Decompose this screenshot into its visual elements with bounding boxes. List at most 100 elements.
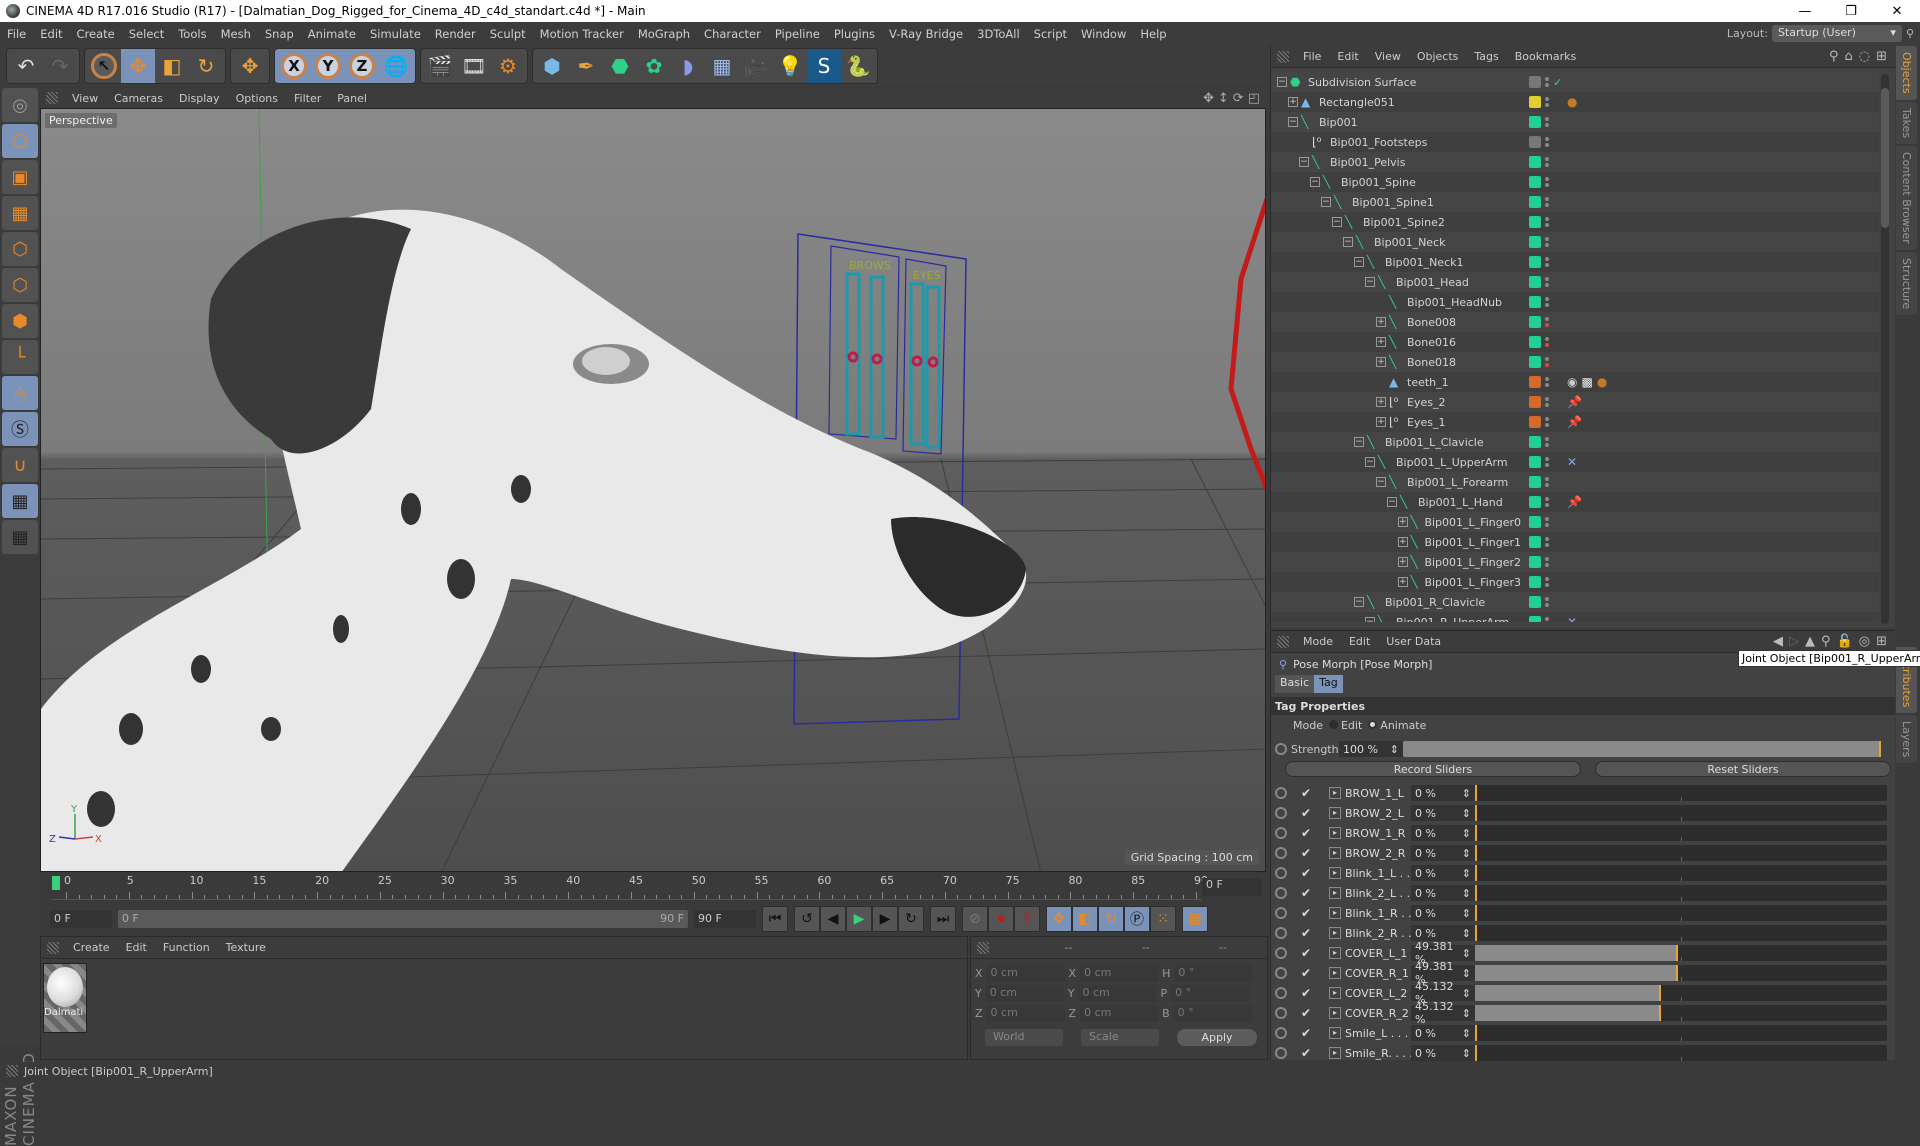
timeline-ruler[interactable]: 0 5 10 15 20 25 30 35 40 45 50 55 60 65 70 75 80 85 90 — [52, 874, 1208, 900]
polygons-mode-icon[interactable]: ⬢ — [2, 304, 38, 338]
forward-arrow-icon[interactable]: ▷ — [1789, 634, 1799, 649]
size-field[interactable]: 0 cm — [1080, 1004, 1159, 1022]
layer-color-swatch[interactable] — [1529, 116, 1541, 128]
enable-checkbox[interactable]: ✔ — [1301, 926, 1315, 940]
frame-range-slider[interactable]: 0 F 90 F — [118, 910, 688, 928]
menu-3dtoall[interactable]: 3DToAll — [970, 27, 1027, 41]
make-editable-icon[interactable]: ◎ — [2, 88, 38, 122]
layer-color-swatch[interactable] — [1529, 496, 1541, 508]
object-name[interactable]: Bip001_Neck1 — [1385, 256, 1464, 269]
ik-tag-icon[interactable]: ✕ — [1567, 615, 1577, 622]
floor-icon[interactable]: ▦ — [705, 49, 739, 83]
previous-key-icon[interactable]: ↺ — [794, 906, 820, 932]
object-name[interactable]: Bip001_Spine2 — [1363, 216, 1445, 229]
layer-color-swatch[interactable] — [1529, 196, 1541, 208]
pose-value-field[interactable]: 0 % ⇕ — [1411, 905, 1475, 921]
points-mode-icon[interactable]: ⬡ — [2, 232, 38, 266]
animate-toggle-icon[interactable] — [1275, 807, 1287, 819]
viewport-menu-panel[interactable]: Panel — [329, 92, 375, 105]
object-name[interactable]: Bone008 — [1407, 316, 1456, 329]
animate-toggle-icon[interactable] — [1275, 987, 1287, 999]
collapse-icon[interactable]: − — [1354, 257, 1364, 267]
current-frame-field[interactable]: 0 F — [1202, 878, 1262, 896]
slider-handle[interactable] — [1475, 1045, 1477, 1061]
key-pla-icon[interactable]: ⁙ — [1150, 906, 1176, 932]
collapse-icon[interactable]: − — [1354, 437, 1364, 447]
pose-value-field[interactable]: 0 % ⇕ — [1411, 925, 1475, 941]
object-row[interactable]: + ╲ Bip001_L_Finger0 — [1271, 512, 1879, 532]
visibility-dots[interactable] — [1545, 197, 1549, 207]
visibility-dots[interactable] — [1545, 177, 1549, 187]
toggle-layout-icon[interactable]: ◰ — [1248, 91, 1260, 106]
pose-slider[interactable] — [1475, 805, 1887, 821]
visibility-dots[interactable] — [1545, 217, 1549, 227]
render-settings-icon[interactable]: ⚙ — [491, 49, 525, 83]
visibility-dots[interactable] — [1545, 617, 1549, 622]
object-name[interactable]: Bip001_L_Finger2 — [1424, 556, 1521, 569]
object-name[interactable]: Bip001_L_Finger0 — [1424, 516, 1521, 529]
end-frame-field[interactable]: 90 F — [694, 910, 756, 928]
pose-value-field[interactable]: 0 % ⇕ — [1411, 1025, 1475, 1041]
animate-toggle-icon[interactable] — [1275, 967, 1287, 979]
object-row[interactable]: ╲ Bip001_HeadNub — [1271, 292, 1879, 312]
visibility-dots[interactable] — [1545, 597, 1549, 607]
slider-handle[interactable] — [1658, 1005, 1661, 1021]
enable-checkbox[interactable]: ✔ — [1301, 826, 1315, 840]
material-menu-create[interactable]: Create — [65, 941, 118, 954]
tweak-mode-icon[interactable]: 🖱 — [2, 376, 38, 410]
move-tool-icon[interactable]: ✥ — [233, 49, 267, 83]
objects-menu-objects[interactable]: Objects — [1409, 50, 1467, 63]
menu-script[interactable]: Script — [1027, 27, 1074, 41]
constraint-tag-icon[interactable]: 📌 — [1567, 395, 1582, 409]
pose-value-field[interactable]: 45.132 % ⇕ — [1411, 980, 1475, 1006]
pose-value-field[interactable]: 0 % ⇕ — [1411, 885, 1475, 901]
collapse-icon[interactable]: − — [1299, 157, 1309, 167]
object-name[interactable]: Bip001_Neck — [1374, 236, 1446, 249]
enable-checkbox[interactable]: ✔ — [1301, 1026, 1315, 1040]
phong-tag-icon[interactable]: ● — [1567, 95, 1577, 109]
cloner-icon[interactable]: ✿ — [637, 49, 671, 83]
menu-select[interactable]: Select — [122, 27, 171, 41]
record-keys-icon[interactable]: ⏺ — [988, 906, 1014, 932]
object-row[interactable]: − ╲ Bip001_Spine1 — [1271, 192, 1879, 212]
pose-value-field[interactable]: 0 % ⇕ — [1411, 845, 1475, 861]
layer-color-swatch[interactable] — [1529, 476, 1541, 488]
menu-edit[interactable]: Edit — [33, 27, 69, 41]
expand-arrow-icon[interactable]: ▸ — [1329, 807, 1341, 819]
position-field[interactable]: 0 cm — [986, 964, 1065, 982]
layer-color-swatch[interactable] — [1529, 276, 1541, 288]
texture-mode-icon[interactable]: ▣ — [2, 160, 38, 194]
expand-icon[interactable]: + — [1398, 557, 1408, 567]
viewport-menu-cameras[interactable]: Cameras — [106, 92, 171, 105]
previous-frame-icon[interactable]: ◀ — [820, 906, 846, 932]
back-arrow-icon[interactable]: ◀ — [1773, 634, 1783, 649]
autokey-icon[interactable]: ? — [1014, 906, 1040, 932]
panel-grip[interactable] — [1277, 635, 1289, 648]
new-panel-icon[interactable]: ⊞ — [1876, 634, 1887, 649]
pose-value-field[interactable]: 0 % ⇕ — [1411, 1045, 1475, 1061]
maximize-button[interactable]: ❐ — [1828, 4, 1874, 19]
menu-animate[interactable]: Animate — [301, 27, 363, 41]
3d-viewport[interactable]: BROWS EYES Y Z X Perspective Grid Spacin… — [40, 108, 1266, 872]
object-name[interactable]: Rectangle051 — [1319, 96, 1395, 109]
world-coordinates-icon[interactable]: 🌐 — [379, 49, 413, 83]
render-view-icon[interactable]: 🎬 — [423, 49, 457, 83]
model-mode-icon[interactable]: ⬡ — [2, 124, 38, 158]
material-tag-icon[interactable]: ◉ — [1567, 375, 1577, 389]
deformer-icon[interactable]: ◗ — [671, 49, 705, 83]
lock-icon[interactable]: 🔓 — [1837, 634, 1853, 649]
subdivision-surface-icon[interactable]: ⬣ — [603, 49, 637, 83]
enable-checkbox[interactable]: ✔ — [1301, 886, 1315, 900]
coord-space-dropdown[interactable]: World — [985, 1028, 1063, 1046]
slider-handle[interactable] — [1658, 985, 1661, 1001]
layer-color-swatch[interactable] — [1529, 136, 1541, 148]
visibility-dots[interactable] — [1545, 577, 1549, 587]
timeline-layout-icon[interactable]: ▤ — [1182, 906, 1208, 932]
playhead[interactable] — [52, 876, 60, 890]
enable-checkbox[interactable]: ✔ — [1301, 866, 1315, 880]
visibility-dots[interactable] — [1545, 377, 1549, 387]
expand-arrow-icon[interactable]: ▸ — [1329, 887, 1341, 899]
play-icon[interactable]: ▶ — [846, 906, 872, 932]
menu-plugins[interactable]: Plugins — [827, 27, 882, 41]
expand-arrow-icon[interactable]: ▸ — [1329, 867, 1341, 879]
